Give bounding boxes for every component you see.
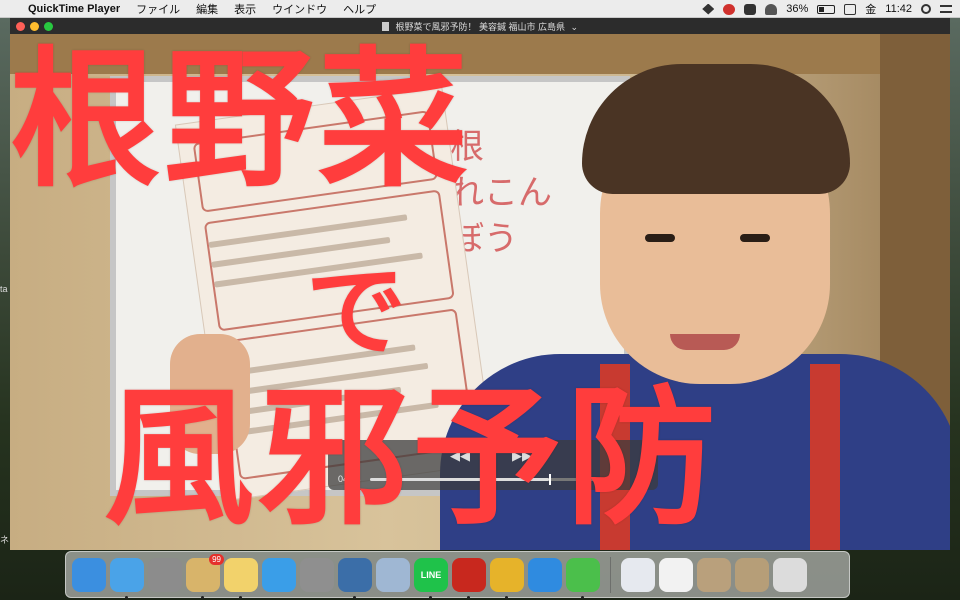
launchpad-icon[interactable] [148, 557, 182, 592]
preview-icon[interactable] [376, 557, 410, 592]
running-indicator [201, 595, 204, 599]
app-menu[interactable]: QuickTime Player [28, 3, 120, 15]
notification-center-icon[interactable] [940, 5, 952, 13]
notes-icon[interactable] [224, 557, 258, 599]
person-hair [582, 64, 850, 194]
window-title-text: 根野菜で風邪予防！ 美容鍼 福山市 広島県 [395, 21, 565, 32]
battery-icon[interactable] [817, 4, 836, 14]
safari-icon[interactable] [72, 557, 106, 592]
running-indicator [429, 595, 432, 599]
menu-view[interactable]: 表示 [234, 1, 256, 17]
quicktime-window: 根野菜で風邪予防！ 美容鍼 福山市 広島県 ⌄ 根 れこん ぼう 根野菜 で 風… [10, 18, 950, 550]
dock: 99 LINE [65, 551, 850, 599]
battery-percent[interactable]: 36% [786, 3, 808, 15]
minimized-window-1-icon[interactable] [621, 557, 655, 592]
safari-icon[interactable] [528, 557, 562, 592]
window-title: 根野菜で風邪予防！ 美容鍼 福山市 広島県 ⌄ [10, 20, 950, 33]
system-preferences-icon[interactable] [300, 557, 334, 592]
running-indicator [125, 595, 128, 599]
window-titlebar[interactable]: 根野菜で風邪予防！ 美容鍼 福山市 広島県 ⌄ [10, 18, 950, 34]
input-method-icon[interactable] [844, 3, 857, 15]
menu-bar: QuickTime Player ファイル 編集 表示 ウインドウ ヘルプ 36… [0, 0, 960, 18]
running-indicator [581, 595, 584, 599]
dropbox-icon[interactable] [702, 3, 715, 15]
desktop-item-label[interactable]: ta [0, 284, 8, 294]
chevron-down-icon[interactable]: ⌄ [571, 22, 579, 32]
menu-edit[interactable]: 編集 [196, 1, 218, 17]
clock-day[interactable]: 金 [865, 1, 876, 17]
overlay-title-line3: 風邪予防 [104, 372, 721, 546]
wifi-icon[interactable] [765, 3, 778, 15]
document-icon [381, 21, 389, 31]
quicktime-icon[interactable] [338, 557, 372, 599]
app-store-icon[interactable] [262, 557, 296, 592]
clock-time[interactable]: 11:42 [885, 3, 912, 15]
minimized-window-4-icon[interactable] [735, 557, 769, 592]
trash-icon[interactable] [773, 557, 807, 592]
jacket-stripe [810, 364, 840, 550]
overlay-title-line1: 根野菜 [10, 34, 473, 208]
running-indicator [353, 595, 356, 599]
eye [740, 234, 770, 242]
chrome-icon[interactable] [490, 557, 524, 599]
menu-window[interactable]: ウインドウ [272, 1, 327, 17]
photos-icon[interactable]: 99 [186, 553, 224, 599]
mouth [670, 334, 740, 350]
desktop-item-label[interactable]: ネ [0, 533, 9, 546]
record-icon[interactable] [723, 3, 736, 15]
line-icon-label: LINE [420, 569, 442, 580]
running-indicator [467, 595, 470, 599]
status-area: 36% 金 11:42 [702, 0, 952, 18]
overlay-title-line2: で [306, 253, 410, 370]
running-indicator [505, 595, 508, 599]
menu-file[interactable]: ファイル [136, 1, 180, 17]
notification-badge: 99 [209, 553, 224, 565]
minimized-window-2-icon[interactable] [659, 557, 693, 592]
evernote-status-icon[interactable] [744, 3, 757, 15]
menu-help[interactable]: ヘルプ [343, 1, 376, 17]
finder-icon[interactable] [110, 557, 144, 599]
running-indicator [239, 595, 242, 599]
dock-separator [610, 556, 611, 593]
evernote-icon[interactable] [566, 557, 600, 599]
eye [645, 234, 675, 242]
minimized-window-3-icon[interactable] [697, 557, 731, 592]
line-icon[interactable]: LINE [414, 557, 448, 599]
spotlight-search-icon[interactable] [921, 4, 931, 14]
acrobat-icon[interactable] [452, 557, 486, 599]
